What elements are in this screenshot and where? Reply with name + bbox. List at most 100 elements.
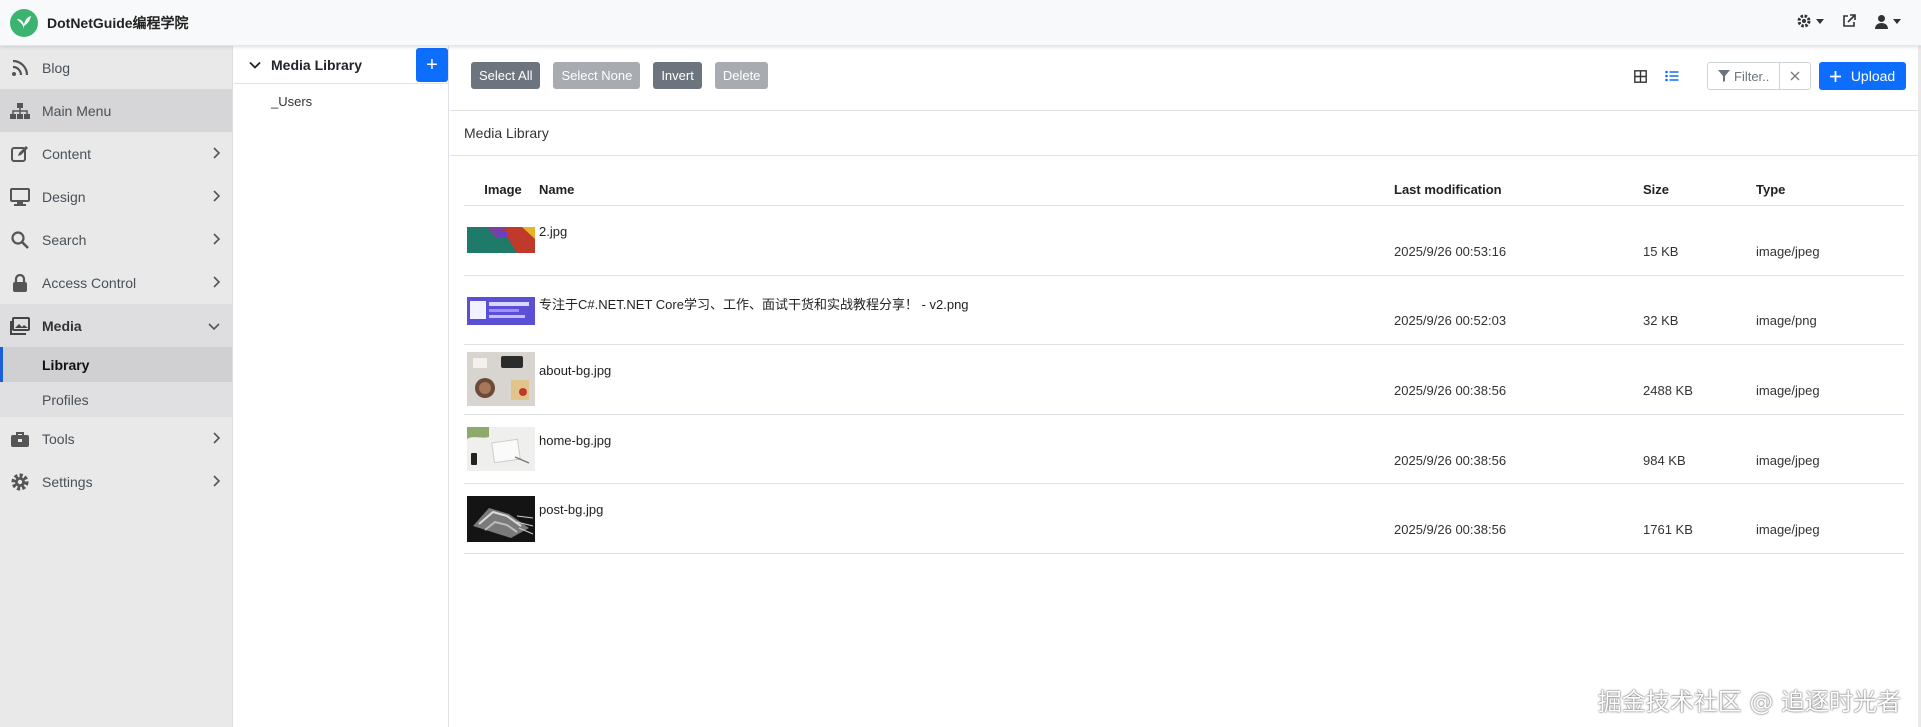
table-row[interactable]: home-bg.jpg 2025/9/26 00:38:56 984 KB im… [464, 415, 1904, 485]
create-folder-button[interactable]: + [416, 48, 448, 82]
sidebar-subitem-profiles[interactable]: Profiles [0, 382, 232, 417]
select-all-button[interactable]: Select All [471, 62, 541, 89]
sidebar-subitem-label: Profiles [42, 391, 89, 408]
select-none-button[interactable]: Select None [553, 62, 641, 89]
clear-filter-button[interactable] [1779, 62, 1811, 90]
thumbnail-image[interactable] [467, 219, 535, 262]
column-header-image: Image [484, 182, 522, 197]
sidebar-item-label: Tools [42, 430, 75, 447]
chevron-right-icon [213, 432, 220, 444]
brand-title: DotNetGuide编程学院 [47, 15, 189, 31]
sidebar-item-design[interactable]: Design [0, 175, 232, 218]
table-row[interactable]: about-bg.jpg 2025/9/26 00:38:56 2488 KB … [464, 345, 1904, 415]
chevron-right-icon [213, 276, 220, 288]
theme-settings-menu[interactable] [1796, 13, 1824, 29]
invert-button[interactable]: Invert [653, 62, 702, 89]
sidebar-item-main-menu[interactable]: Main Menu [0, 89, 232, 132]
thumbnail-image[interactable] [467, 427, 535, 472]
desktop-icon [10, 187, 30, 207]
rss-icon [10, 58, 30, 78]
media-library-main: Select All Select None Invert Delete Fil… [450, 46, 1921, 727]
plus-icon: + [426, 54, 438, 76]
filter-icon [1718, 70, 1730, 82]
brand[interactable]: DotNetGuide编程学院 [10, 9, 189, 37]
user-menu[interactable] [1874, 14, 1901, 29]
file-type: image/jpeg [1756, 243, 1820, 259]
edit-icon [10, 144, 30, 164]
chevron-right-icon [213, 147, 220, 159]
file-name[interactable]: 专注于C#.NET.NET Core学习、工作、面试干货和实战教程分享！ - v… [539, 276, 1394, 345]
brand-logo-icon [10, 9, 38, 37]
file-modified: 2025/9/26 00:52:03 [1394, 313, 1507, 329]
visit-site-link[interactable] [1842, 14, 1856, 28]
file-size: 15 KB [1643, 243, 1679, 259]
filter-placeholder: Filter.. [1734, 68, 1770, 84]
sidebar-item-content[interactable]: Content [0, 132, 232, 175]
top-navbar: DotNetGuide编程学院 [0, 0, 1921, 46]
file-name[interactable]: home-bg.jpg [539, 415, 1394, 484]
column-header-type[interactable]: Type [1756, 182, 1904, 197]
file-type: image/jpeg [1756, 452, 1820, 468]
sidebar-subitem-library[interactable]: Library [0, 347, 232, 382]
sidebar-item-search[interactable]: Search [0, 218, 232, 261]
tree-folder-label: _Users [271, 93, 313, 109]
selection-toolbar: Select All Select None Invert Delete [471, 62, 769, 89]
column-header-size[interactable]: Size [1643, 182, 1756, 197]
sidebar-item-label: Main Menu [42, 102, 112, 119]
table-header: Image Name Last modification Size Type [464, 174, 1904, 206]
tree-folder-users[interactable]: _Users [234, 84, 448, 118]
thumbnail-image[interactable] [467, 288, 535, 331]
file-name[interactable]: post-bg.jpg [539, 484, 1394, 553]
sidebar-item-label: Media [42, 317, 82, 334]
sidebar-item-label: Design [42, 188, 86, 205]
tree-root-label: Media Library [271, 56, 363, 73]
sidebar-item-label: Blog [42, 59, 71, 76]
chevron-down-icon [1816, 18, 1824, 24]
sidebar-item-tools[interactable]: Tools [0, 417, 232, 460]
sidebar-item-label: Search [42, 231, 87, 248]
file-size: 1761 KB [1643, 522, 1693, 538]
chevron-right-icon [213, 233, 220, 245]
gear-icon [1797, 14, 1811, 28]
lock-icon [10, 273, 30, 293]
chevron-right-icon [213, 190, 220, 202]
chevron-down-icon[interactable] [249, 61, 261, 69]
sitemap-icon [10, 101, 30, 121]
file-type: image/jpeg [1756, 522, 1820, 538]
thumbnail-image[interactable] [467, 495, 535, 542]
list-icon [1665, 70, 1679, 82]
user-icon [1875, 14, 1888, 29]
delete-button[interactable]: Delete [714, 62, 769, 89]
sidebar-item-media[interactable]: Media [0, 304, 232, 347]
file-modified: 2025/9/26 00:38:56 [1394, 382, 1507, 398]
upload-button[interactable]: Upload [1819, 62, 1906, 90]
file-name[interactable]: 2.jpg [539, 206, 1394, 275]
table-row[interactable]: 2.jpg 2025/9/26 00:53:16 15 KB image/jpe… [464, 206, 1904, 276]
sidebar-item-access-control[interactable]: Access Control [0, 261, 232, 304]
sidebar-item-settings[interactable]: Settings [0, 460, 232, 503]
file-modified: 2025/9/26 00:53:16 [1394, 243, 1507, 259]
file-size: 32 KB [1643, 313, 1679, 329]
search-icon [10, 230, 30, 250]
filter-input[interactable]: Filter.. [1707, 62, 1779, 90]
file-name[interactable]: about-bg.jpg [539, 345, 1394, 414]
file-size: 2488 KB [1643, 382, 1693, 398]
file-modified: 2025/9/26 00:38:56 [1394, 452, 1507, 468]
chevron-right-icon [213, 475, 220, 487]
external-link-icon [1843, 14, 1856, 27]
table-row[interactable]: post-bg.jpg 2025/9/26 00:38:56 1761 KB i… [464, 484, 1904, 554]
sidebar-item-label: Settings [42, 473, 93, 490]
grid-view-button[interactable] [1625, 62, 1655, 90]
breadcrumb-current: Media Library [464, 125, 549, 141]
folder-tree: Media Library + _Users [234, 46, 449, 727]
file-size: 984 KB [1643, 452, 1686, 468]
list-view-button[interactable] [1657, 62, 1687, 90]
table-row[interactable]: 专注于C#.NET.NET Core学习、工作、面试干货和实战教程分享！ - v… [464, 276, 1904, 346]
upload-label: Upload [1850, 68, 1896, 84]
thumbnail-image[interactable] [467, 352, 535, 407]
column-header-name[interactable]: Name [539, 182, 1394, 197]
sidebar-item-blog[interactable]: Blog [0, 46, 232, 89]
media-table: Image Name Last modification Size Type 2… [464, 174, 1904, 554]
sidebar-item-label: Access Control [42, 274, 137, 291]
column-header-last-modification[interactable]: Last modification [1394, 182, 1643, 197]
